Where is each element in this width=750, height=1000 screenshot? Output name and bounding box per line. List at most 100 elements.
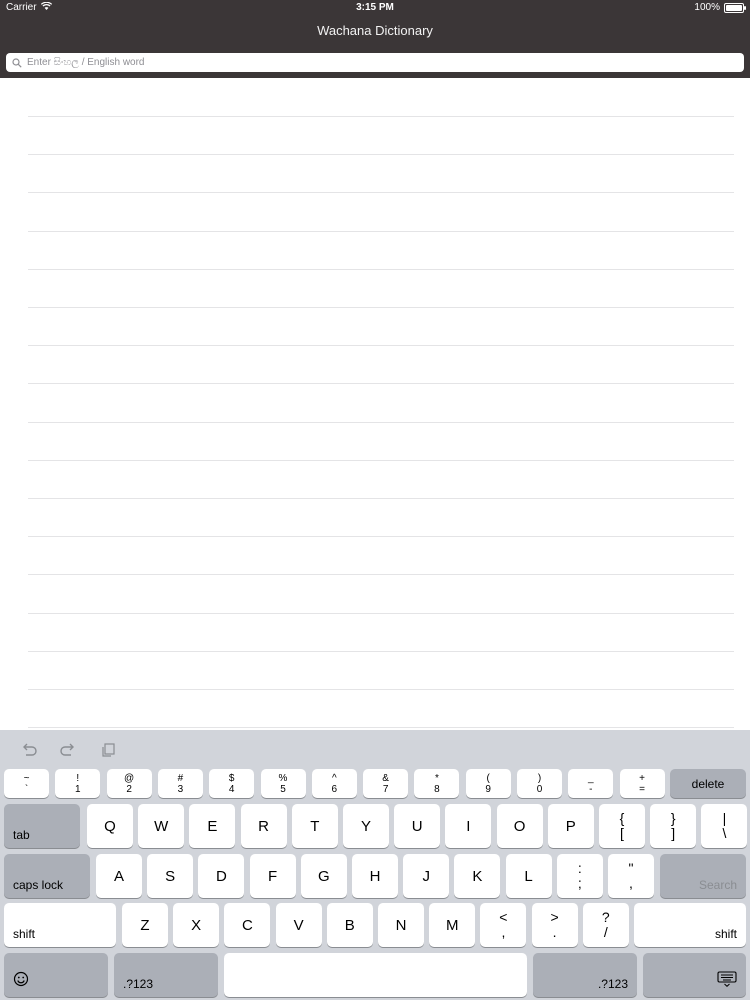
key-symbol-q-2[interactable]: | \ (701, 804, 748, 848)
search-bar[interactable] (6, 53, 744, 72)
numbers-key-right[interactable]: .?123 (533, 953, 637, 997)
emoji-key[interactable] (4, 953, 108, 997)
key-r[interactable]: R (240, 804, 287, 848)
key-letter: D (215, 867, 227, 885)
key-letter: P (565, 817, 576, 835)
key-c[interactable]: C (224, 903, 271, 947)
key-t[interactable]: T (291, 804, 338, 848)
key-symbol: ! (76, 772, 80, 784)
key-number-8[interactable]: * 8 (414, 769, 460, 798)
key-n[interactable]: N (378, 903, 424, 947)
delete-key[interactable]: delete (670, 769, 746, 798)
key-h[interactable]: H (352, 854, 398, 898)
key-s[interactable]: S (147, 854, 194, 898)
key-letter: H (369, 867, 381, 885)
list-row-divider (28, 574, 734, 576)
key-number-5[interactable]: % 5 (260, 769, 306, 798)
space-key[interactable] (224, 953, 527, 997)
shift-key-right[interactable]: shift (634, 903, 746, 947)
emoji-icon (13, 971, 29, 991)
key-symbol-a-1[interactable]: ", (608, 854, 654, 898)
key-symbol-top: < (499, 909, 508, 925)
key-g[interactable]: G (300, 854, 347, 898)
key-o[interactable]: O (496, 804, 543, 848)
key-letter: K (472, 867, 483, 885)
key-number-0[interactable]: ~ ` (4, 769, 49, 798)
key-symbol-z-1[interactable]: >. (531, 903, 578, 947)
key-digit: 1 (75, 783, 81, 795)
tab-key-label: tab (13, 828, 30, 842)
key-k[interactable]: K (454, 854, 501, 898)
key-letter: W (154, 817, 169, 835)
paste-icon[interactable] (99, 741, 117, 759)
key-symbol-top: > (550, 909, 559, 925)
key-d[interactable]: D (198, 854, 245, 898)
key-symbol-top: { (619, 810, 625, 826)
key-symbol-q-1[interactable]: }] (650, 804, 697, 848)
key-number-3[interactable]: #3 (157, 769, 203, 798)
key-symbol: ) (537, 772, 542, 784)
key-u[interactable]: U (394, 804, 441, 848)
key-letter: V (293, 916, 304, 934)
caps-lock-key[interactable]: caps lock (4, 854, 90, 898)
key-number-6[interactable]: ^ 6 (311, 769, 357, 798)
key-b[interactable]: B (326, 903, 373, 947)
delete-key-label: delete (691, 776, 725, 791)
numbers-key-left[interactable]: .?123 (114, 953, 218, 997)
key-letter: L (524, 867, 533, 885)
key-symbol-bottom: [ (620, 825, 624, 841)
redo-icon[interactable] (59, 741, 77, 759)
key-symbol-bottom: / (603, 924, 608, 940)
key-number-1[interactable]: ! 1 (55, 769, 101, 798)
key-m[interactable]: M (429, 903, 476, 947)
key-v[interactable]: V (275, 903, 322, 947)
key-letter: Y (360, 817, 371, 835)
key-symbol-top: ? (601, 909, 610, 925)
key-number-7[interactable]: & 7 (363, 769, 409, 798)
key-x[interactable]: X (173, 903, 220, 947)
key-j[interactable]: J (403, 854, 450, 898)
key-symbol-z-2[interactable]: ? / (582, 903, 629, 947)
key-number-10[interactable]: ) 0 (517, 769, 562, 798)
key-digit: 7 (382, 783, 389, 795)
key-number-2[interactable]: @2 (106, 769, 152, 798)
search-input[interactable] (27, 57, 707, 68)
key-a[interactable]: A (96, 854, 142, 898)
key-symbol-bottom: , (629, 875, 633, 891)
key-symbol-q-0[interactable]: {[ (599, 804, 645, 848)
key-z[interactable]: Z (122, 903, 168, 947)
shift-key-left[interactable]: shift (4, 903, 116, 947)
key-number-4[interactable]: $4 (209, 769, 255, 798)
key-l[interactable]: L (505, 854, 552, 898)
key-letter: F (268, 867, 278, 885)
key-symbol-top: | (722, 810, 727, 826)
key-letter: A (113, 867, 124, 885)
key-symbol-a-0[interactable]: :; (556, 854, 603, 898)
key-letter: O (513, 817, 526, 835)
key-f[interactable]: F (249, 854, 296, 898)
key-letter: N (395, 916, 407, 934)
key-e[interactable]: E (189, 804, 236, 848)
key-q[interactable]: Q (87, 804, 133, 848)
list-row-divider (28, 650, 734, 652)
key-symbol-top: " (628, 860, 634, 876)
undo-icon[interactable] (20, 741, 38, 759)
page-title: Wachana Dictionary (317, 23, 433, 38)
key-y[interactable]: Y (343, 804, 389, 848)
key-number-9[interactable]: (9 (465, 769, 511, 798)
keyboard-shortcut-bar (0, 730, 750, 768)
key-symbol-z-0[interactable]: <, (480, 903, 527, 947)
tab-key[interactable]: tab (4, 804, 80, 848)
battery-indicator: 100% (694, 2, 746, 13)
key-w[interactable]: W (138, 804, 185, 848)
key-p[interactable]: P (547, 804, 594, 848)
search-key[interactable]: Search (660, 854, 746, 898)
hide-keyboard-key[interactable] (643, 953, 746, 997)
list-row-divider (28, 268, 734, 270)
key-number-11[interactable]: _ - (568, 769, 614, 798)
key-number-12[interactable]: + = (619, 769, 665, 798)
key-letter: E (207, 817, 218, 835)
key-symbol-top: : (577, 860, 582, 876)
key-i[interactable]: I (445, 804, 492, 848)
list-row-divider (28, 116, 734, 117)
